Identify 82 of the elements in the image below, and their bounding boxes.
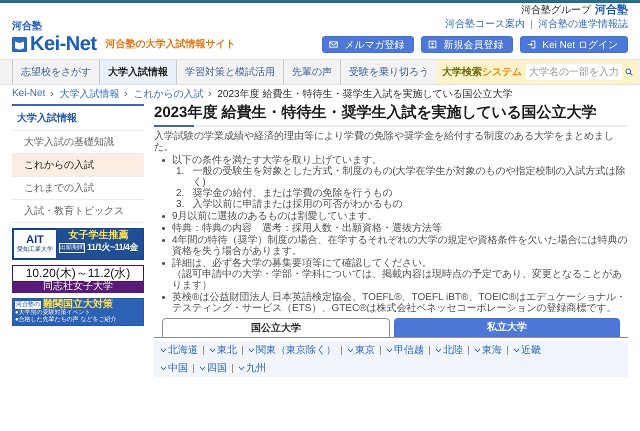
region-link[interactable]: 関東（東京除く） — [248, 343, 336, 357]
region-link[interactable]: 東京 — [347, 343, 375, 357]
chevron-down-icon — [513, 348, 520, 352]
group-logo[interactable]: 河合塾 — [595, 2, 628, 17]
chevron-down-icon — [435, 348, 442, 352]
bullet-icon — [162, 296, 165, 299]
page-title: 2023年度 給費生・特待生・奨学生入試を実施している国公立大学 — [154, 104, 598, 122]
bullet-icon — [162, 262, 165, 265]
region-link[interactable]: 四国 — [199, 361, 227, 375]
sidebar-item[interactable]: これまでの入試 — [12, 177, 144, 200]
breadcrumb-link[interactable]: 大学入試情報 — [59, 86, 120, 100]
breadcrumb-link[interactable]: 2023年度 給費生・特待生・奨学生入試を実施している国公立大学 — [217, 86, 512, 100]
sidebar-item[interactable]: これからの入試 — [12, 154, 144, 177]
logo-wordmark[interactable]: Kei-Net — [30, 32, 97, 56]
region-link[interactable]: 東海 — [474, 343, 502, 357]
bullet-icon — [162, 159, 165, 162]
bullet-text: 以下の条件を満たす大学を取り上げています。 — [172, 155, 383, 166]
nav-tab[interactable]: 大学入試情報 — [99, 60, 176, 84]
banner-dates: 10.20(木)～11.2(水) — [24, 266, 132, 281]
region-link[interactable]: 北陸 — [435, 343, 463, 357]
tab[interactable]: 国公立大学 — [162, 318, 390, 337]
chevron-down-icon — [160, 366, 167, 370]
bullet-icon — [162, 239, 165, 242]
tab[interactable]: 私立大学 — [394, 318, 620, 337]
bullet-text: 特典：特典の内容 選考：採用人数・出願資格・選抜方法等 — [172, 223, 442, 234]
bullet-note: （認可申請中の大学・学部・学科については、掲載内容は現時点の予定であり、変更となることがあります） — [172, 269, 623, 291]
banner-headline: 難関国立大対策 — [43, 299, 113, 310]
region-link[interactable]: 東北 — [209, 343, 237, 357]
chevron-down-icon — [238, 366, 245, 370]
header-link[interactable]: 河合塾コース案内 — [445, 17, 525, 31]
nav-tab[interactable]: 先輩の声 — [283, 60, 340, 84]
search-system-title[interactable]: 大学検索システム — [442, 65, 522, 79]
chevron-down-icon — [209, 348, 216, 352]
region-link[interactable]: 近畿 — [513, 343, 541, 357]
banner-headline: 女子学生推薦 — [68, 230, 128, 242]
bullet-icon — [162, 215, 165, 218]
logo-caption[interactable]: 河合塾 — [12, 21, 236, 32]
region-link[interactable]: 北海道 — [160, 343, 198, 357]
nav-tab[interactable]: 学習対策と模試活用 — [176, 60, 283, 84]
chevron-down-icon — [248, 348, 255, 352]
bullet-text: 4年間の特待（奨学）制度の場合、在学するそれぞれの大学の規定や資格条件を欠いた場合には特典の資格を失う場合があります。 — [172, 235, 628, 257]
header-button[interactable]: Kei Net ログイン — [520, 36, 628, 53]
list-text: 奨学金の給付、または学費の免除を行うもの — [192, 188, 392, 199]
intro-text: 入学試験の学業成績や経済的理由等により学費の免除や奨学金を給付する制度のある大学をまとめました。 — [154, 131, 615, 153]
person-card-icon — [428, 40, 438, 49]
chevron-down-icon — [347, 348, 354, 352]
region-link[interactable]: 中国 — [160, 361, 188, 375]
list-number: 2. — [176, 188, 184, 199]
breadcrumb-link[interactable]: Kei-Net — [12, 88, 46, 99]
header-button[interactable]: メルマガ登録 — [322, 36, 414, 53]
chevron-down-icon — [386, 348, 393, 352]
bullet-text: 9月以前に選抜のあるものは割愛しています。 — [172, 211, 378, 222]
search-field[interactable]: 大学名の一部を入力 — [526, 64, 622, 80]
chevron-icon — [50, 90, 54, 96]
period-dates: 11/1火~11/4金 — [87, 242, 138, 253]
group-label: 河合塾グループ — [521, 4, 591, 16]
list-number: 3. — [176, 199, 184, 210]
list-text: 一般の受験生を対象とした方式・制度のもの(大学在学生が対象のものや指定校制の入試方式は除く) — [192, 166, 627, 188]
chevron-down-icon — [160, 348, 167, 352]
bullet-text: 英検®は公益財団法人 日本英語検定協会、TOEFL®、TOEFL iBT®、TOEIC®はエデュケーショナル・テスティング・サービス（ETS）、GTEC®は株式会社ベネッセコーポレーションの登録商標です。 — [172, 292, 628, 314]
header-button[interactable]: 新規会員登録 — [421, 36, 514, 53]
sidebar-title[interactable]: 大学入試情報 — [12, 104, 144, 131]
chevron-down-icon — [474, 348, 481, 352]
login-icon — [527, 40, 536, 49]
bullet-icon — [162, 227, 165, 230]
chevron-down-icon — [199, 366, 206, 370]
search-icon[interactable] — [625, 68, 633, 76]
envelope-icon — [329, 40, 338, 49]
list-number: 1. — [176, 166, 184, 179]
chevron-icon — [208, 90, 212, 96]
banner-school: 同志社女子大学 — [13, 281, 143, 292]
header-link[interactable]: 河合塾の進学情報誌 — [538, 17, 628, 31]
chevron-icon — [124, 90, 128, 96]
book-icon — [12, 36, 27, 52]
bullet-text: 詳細は、必ず各大学の募集要項等にて確認してください。 — [172, 258, 433, 269]
ad-banner[interactable]: 10.20(木)～11.2(水) 同志社女子大学 — [12, 265, 144, 293]
list-text: 入学以前に申請または採用の可否がわかるもの — [192, 199, 402, 210]
breadcrumb-link[interactable]: これからの入試 — [133, 86, 204, 100]
region-link[interactable]: 九州 — [238, 361, 266, 375]
sidebar-item[interactable]: 入試・教育トピックス — [12, 200, 144, 223]
region-link[interactable]: 甲信越 — [386, 343, 424, 357]
tagline: 河合塾の大学入試情報サイト — [106, 38, 236, 51]
